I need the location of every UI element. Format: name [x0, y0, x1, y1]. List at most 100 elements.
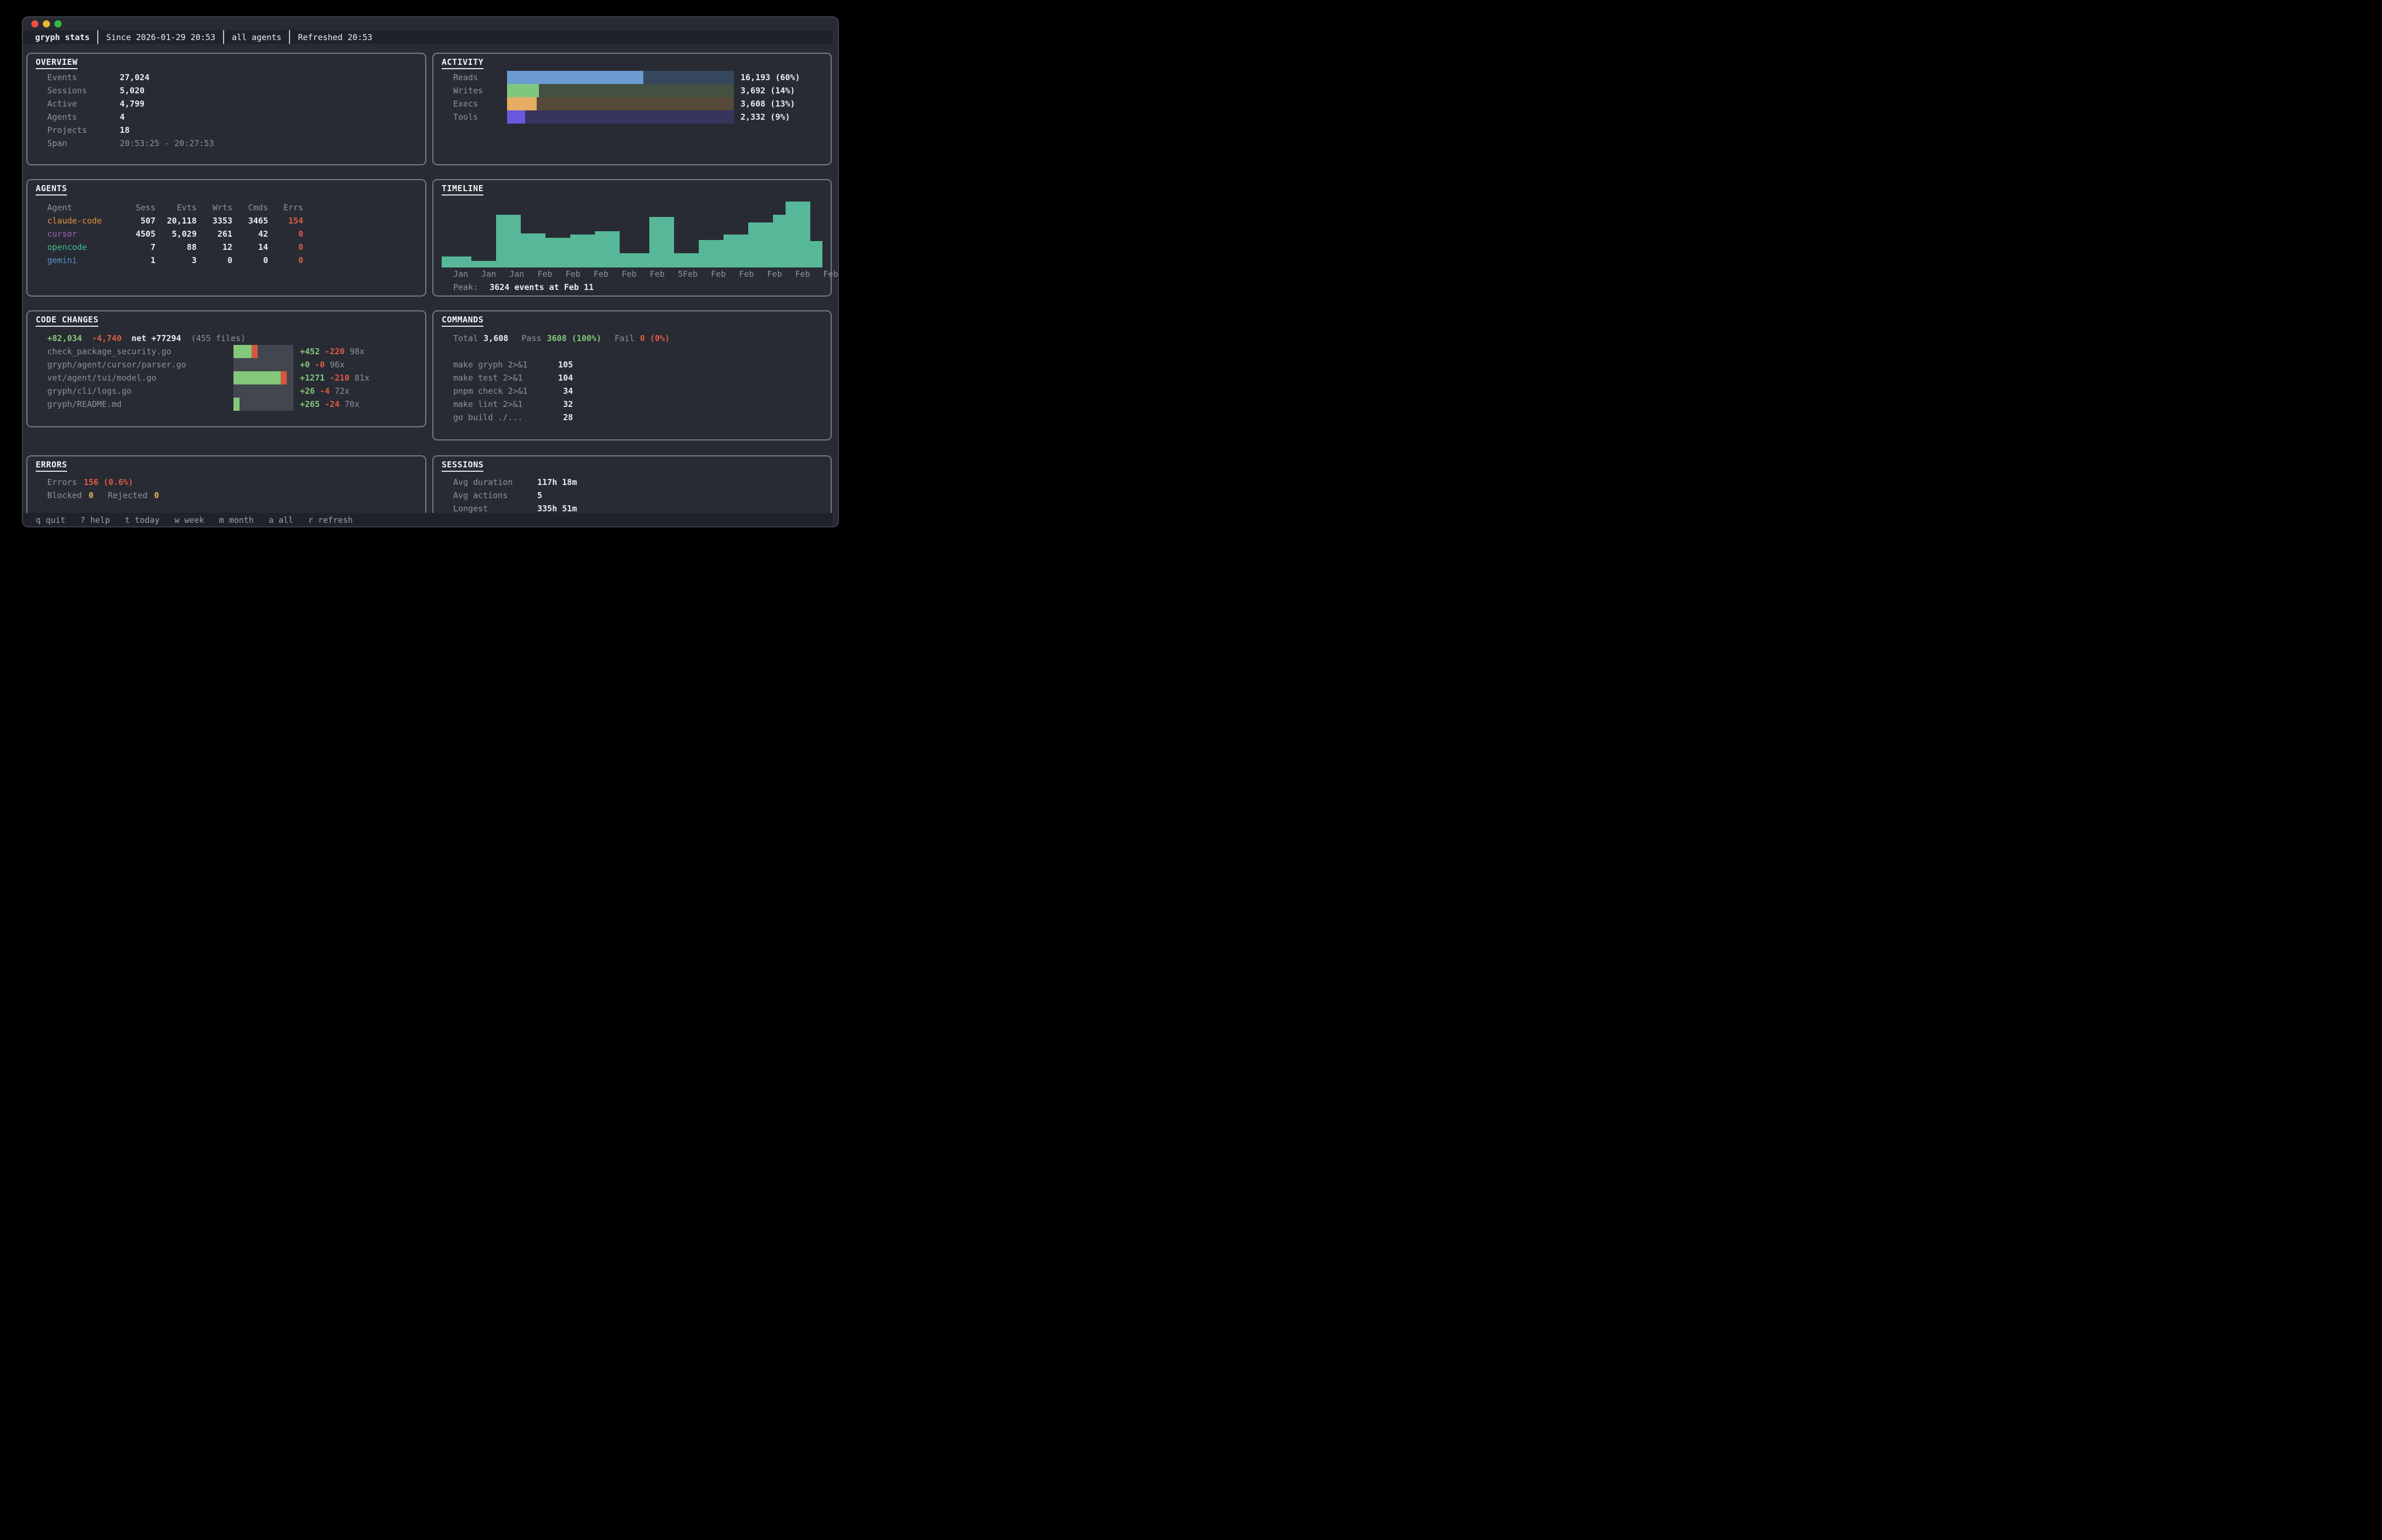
panel-title: CODE CHANGES	[36, 315, 98, 327]
timeline-bar	[496, 215, 521, 267]
code-change-row: vet/agent/tui/model.go +1271 -210 81x	[27, 371, 425, 384]
timeline-bar	[521, 233, 546, 267]
overview-row: Active4,799	[27, 97, 425, 110]
activity-row: Reads 16,193 (60%)	[433, 71, 831, 84]
app-header: gryph stats Since 2026-01-29 20:53 all a…	[23, 30, 833, 44]
timeline-axis-labels: Jan Jan Jan Feb Feb Feb Feb Feb 5Feb Feb…	[433, 267, 831, 281]
agents-table-row: cursor 4505 5,029 261 42 0	[47, 227, 425, 241]
timeline-bar	[748, 222, 773, 267]
timeline-bar	[471, 261, 496, 267]
activity-row: Execs 3,608 (13%)	[433, 97, 831, 110]
sessions-panel: SESSIONS Avg duration117h 18m Avg action…	[432, 455, 832, 514]
commands-summary: Total3,608Pass3608 (100%)Fail0 (0%)	[433, 332, 831, 345]
files-count: (455 files)	[191, 333, 246, 343]
timeline-bar	[810, 241, 823, 267]
close-window-icon[interactable]	[31, 20, 38, 27]
minimize-window-icon[interactable]	[43, 20, 50, 27]
overview-row: Agents4	[27, 110, 425, 124]
timeline-bar	[546, 238, 570, 267]
panel-title: SESSIONS	[442, 460, 483, 472]
commands-panel: COMMANDS Total3,608Pass3608 (100%)Fail0 …	[432, 310, 832, 440]
code-change-row: gryph/cli/logs.go +26 -4 72x	[27, 384, 425, 398]
panel-title: ERRORS	[36, 460, 67, 472]
overview-row: Projects18	[27, 124, 425, 137]
panel-title: OVERVIEW	[36, 57, 77, 69]
reads-bar	[507, 71, 734, 84]
timeline-bar	[442, 256, 471, 267]
status-bar: qquit ?help ttoday wweek mmonth aall rre…	[23, 513, 833, 527]
command-row: go build ./...28	[453, 411, 831, 424]
header-refreshed: Refreshed 20:53	[290, 32, 380, 42]
activity-panel: ACTIVITY Reads 16,193 (60%) Writes 3,692…	[432, 53, 832, 165]
timeline-bar	[723, 235, 748, 267]
lines-added: +82,034	[47, 333, 82, 343]
command-row: make lint 2>&132	[453, 398, 831, 411]
activity-row: Tools 2,332 (9%)	[433, 110, 831, 124]
diff-bar	[233, 398, 293, 411]
command-row: pnpm check 2>&134	[453, 384, 831, 398]
agents-table-row: opencode 7 88 12 14 0	[47, 241, 425, 254]
writes-bar	[507, 84, 734, 97]
agents-table-row: gemini 1 3 0 0 0	[47, 254, 425, 267]
traffic-lights	[31, 20, 62, 27]
app-title: gryph stats	[35, 32, 97, 42]
execs-bar	[507, 97, 734, 110]
timeline-bar	[595, 231, 620, 267]
code-changes-summary: +82,034 -4,740 net +77294 (455 files)	[27, 332, 425, 345]
shortcut-week[interactable]: wweek	[175, 515, 204, 525]
timeline-peak: Peak: 3624 events at Feb 11	[433, 281, 831, 294]
timeline-bar	[699, 240, 723, 267]
panel-title: AGENTS	[36, 183, 67, 196]
sessions-row: Avg duration117h 18m	[433, 476, 831, 489]
activity-row: Writes 3,692 (14%)	[433, 84, 831, 97]
shortcut-quit[interactable]: qquit	[36, 515, 65, 525]
timeline-panel: TIMELINE Jan Jan Jan Feb Feb Feb Feb Feb…	[432, 179, 832, 297]
code-change-row: check_package_security.go +452 -220 98x	[27, 345, 425, 358]
panel-title: TIMELINE	[442, 183, 483, 196]
overview-row: Sessions5,020	[27, 84, 425, 97]
blocked-rejected-row: Blocked0Rejected0	[27, 489, 425, 502]
diff-bar	[233, 371, 293, 384]
lines-removed: -4,740	[92, 333, 121, 343]
diff-bar	[233, 358, 293, 371]
agents-table-header: Agent Sess Evts Wrts Cmds Errs	[47, 201, 425, 214]
timeline-bar	[773, 215, 786, 267]
timeline-bar	[786, 202, 810, 267]
header-since: Since 2026-01-29 20:53	[98, 32, 223, 42]
code-change-row: gryph/README.md +265 -24 70x	[27, 398, 425, 411]
errors-row: Errors156 (0.6%)	[27, 476, 425, 489]
sessions-row: Avg actions5	[433, 489, 831, 502]
terminal-window: gryph stats Since 2026-01-29 20:53 all a…	[22, 16, 839, 527]
window-titlebar[interactable]	[23, 17, 838, 30]
timeline-histogram	[442, 202, 822, 267]
overview-row: Events27,024	[27, 71, 425, 84]
shortcut-all[interactable]: aall	[269, 515, 293, 525]
net-lines: net +77294	[131, 333, 181, 343]
zoom-window-icon[interactable]	[54, 20, 62, 27]
diff-bar	[233, 384, 293, 398]
panel-title: ACTIVITY	[442, 57, 483, 69]
agents-table-row: claude-code 507 20,118 3353 3465 154	[47, 214, 425, 227]
overview-panel: OVERVIEW Events27,024 Sessions5,020 Acti…	[26, 53, 426, 165]
panel-title: COMMANDS	[442, 315, 483, 327]
agents-panel: AGENTS Agent Sess Evts Wrts Cmds Errs cl…	[26, 179, 426, 297]
errors-panel: ERRORS Errors156 (0.6%) Blocked0Rejected…	[26, 455, 426, 514]
header-scope: all agents	[224, 32, 289, 42]
code-changes-panel: CODE CHANGES +82,034 -4,740 net +77294 (455…	[26, 310, 426, 427]
shortcut-refresh[interactable]: rrefresh	[308, 515, 353, 525]
command-row: make gryph 2>&1105	[453, 358, 831, 371]
timeline-bar	[674, 253, 699, 267]
spacer	[433, 345, 831, 358]
shortcut-today[interactable]: ttoday	[125, 515, 159, 525]
timeline-bar	[620, 253, 649, 267]
tools-bar	[507, 110, 734, 124]
command-row: make test 2>&1104	[453, 371, 831, 384]
shortcut-help[interactable]: ?help	[80, 515, 110, 525]
timeline-bar	[570, 235, 595, 267]
overview-row: Span20:53:25 - 20:27:53	[27, 137, 425, 150]
diff-bar	[233, 345, 293, 358]
screen: gryph stats Since 2026-01-29 20:53 all a…	[0, 0, 861, 557]
code-change-row: gryph/agent/cursor/parser.go +0 -0 96x	[27, 358, 425, 371]
timeline-bar	[649, 217, 674, 267]
shortcut-month[interactable]: mmonth	[219, 515, 254, 525]
